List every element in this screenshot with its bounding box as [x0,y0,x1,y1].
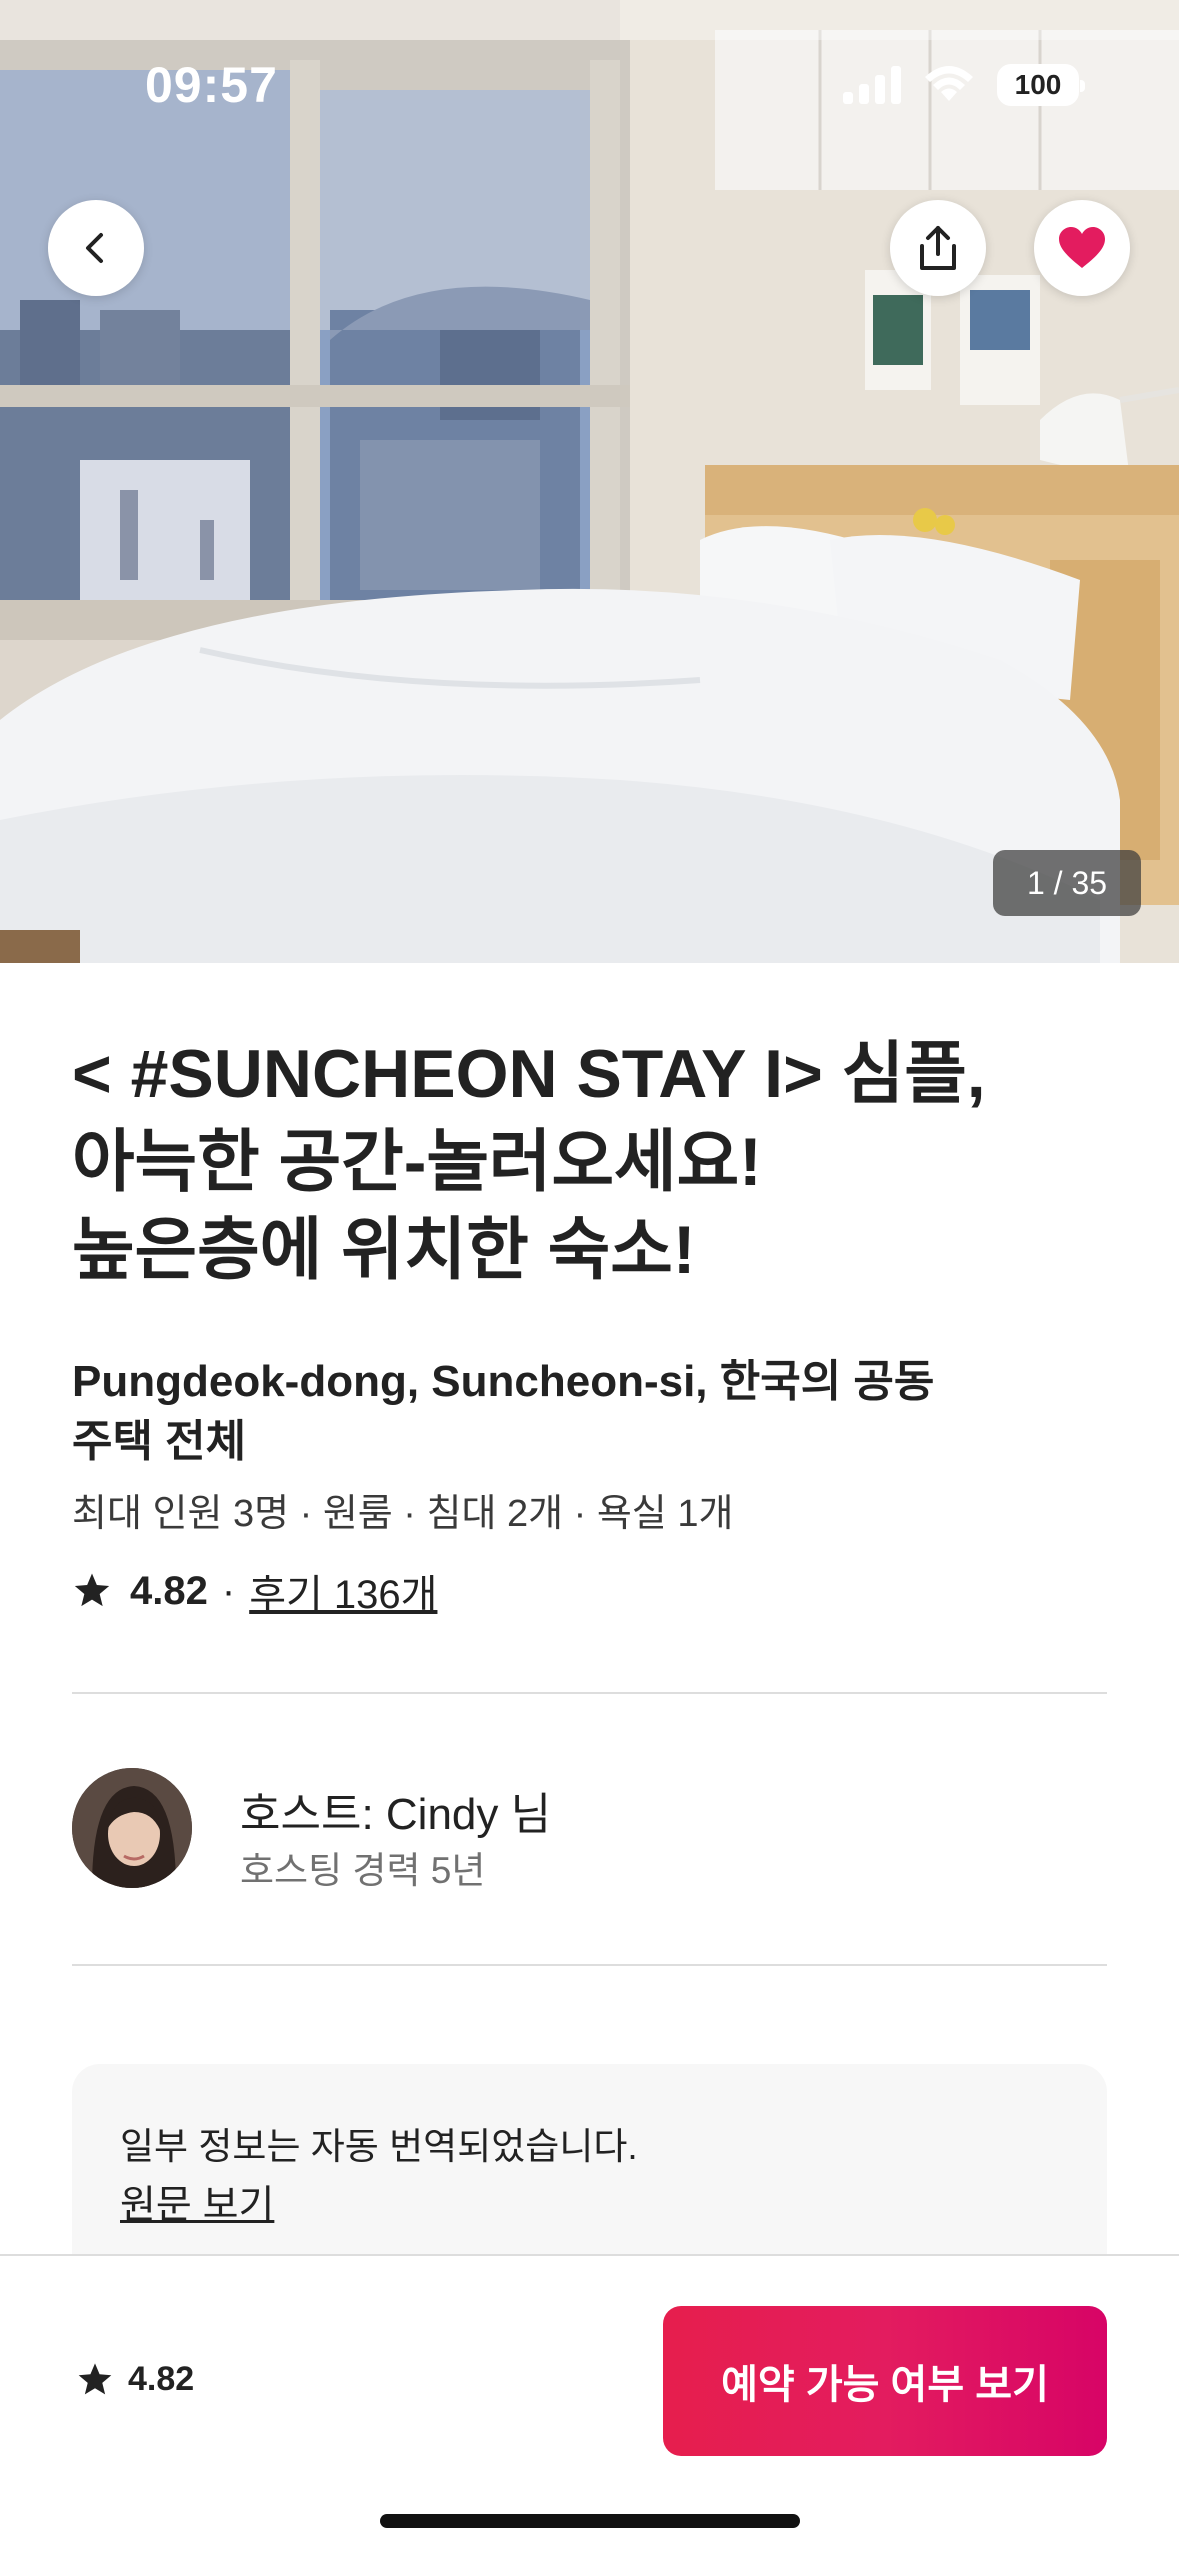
show-original-link[interactable]: 원문 보기 [120,2174,274,2230]
listing-title: < #SUNCHEON STAY I> 심플, 아늑한 공간-놀러오세요! 높은… [72,1030,1122,1294]
rating-separator: · [221,1568,236,1613]
rating-value: 4.82 [130,1568,208,1613]
rating-row: 4.82 · 후기 136개 [72,1562,437,1620]
photo-counter: 1 / 35 [993,850,1141,916]
listing-location-line: Pungdeok-dong, Suncheon-si, 한국의 공동 [72,1357,935,1406]
wifi-icon [925,66,973,101]
divider [72,1964,1107,1966]
listing-photo-carousel[interactable]: 09:57 100 1 / 35 [0,0,1179,963]
listing-title-line: < #SUNCHEON STAY I> 심플, [72,1036,986,1112]
share-icon [920,226,956,270]
listing-specs: 최대 인원 3명 · 원룸 · 침대 2개 · 욕실 1개 [72,1493,734,1535]
check-availability-button[interactable]: 예약 가능 여부 보기 [663,2306,1107,2456]
host-experience: 호스팅 경력 5년 [240,1850,486,1891]
host-name: 호스트: Cindy 님 [240,1790,552,1839]
host-avatar[interactable] [72,1768,192,1888]
reviews-link[interactable]: 후기 136개 [249,1562,437,1620]
status-time: 09:57 [145,57,278,113]
home-indicator[interactable] [380,2514,800,2528]
host-photo [72,1768,192,1888]
battery-level: 100 [1014,69,1062,100]
share-button[interactable] [890,200,986,296]
footer-rating-value: 4.82 [128,2360,195,2398]
chevron-left-icon [86,233,103,263]
status-bar: 09:57 100 [0,0,1179,150]
translation-notice: 일부 정보는 자동 번역되었습니다. 원문 보기 [72,2064,1107,2264]
footer-rating: 4.82 [76,2360,194,2399]
listing-title-line: 아늑한 공간-놀러오세요! [72,1124,762,1200]
divider [72,1692,1107,1694]
favorite-button[interactable] [1034,200,1130,296]
back-button[interactable] [48,200,144,296]
battery-icon: 100 [997,64,1085,106]
star-icon [74,1573,110,1607]
host-section[interactable]: 호스트: Cindy 님 호스팅 경력 5년 [72,1768,1107,1891]
listing-location-line: 주택 전체 [72,1417,247,1466]
heart-icon [1059,227,1105,268]
translation-notice-text: 일부 정보는 자동 번역되었습니다. [120,2126,638,2167]
booking-footer: 4.82 예약 가능 여부 보기 [0,2254,1179,2556]
signal-icon [843,66,901,104]
status-icons: 100 [843,64,1085,106]
listing-title-line: 높은층에 위치한 숙소! [72,1212,696,1288]
star-icon [78,2362,112,2394]
listing-location: Pungdeok-dong, Suncheon-si, 한국의 공동 주택 전체 [72,1352,1072,1472]
